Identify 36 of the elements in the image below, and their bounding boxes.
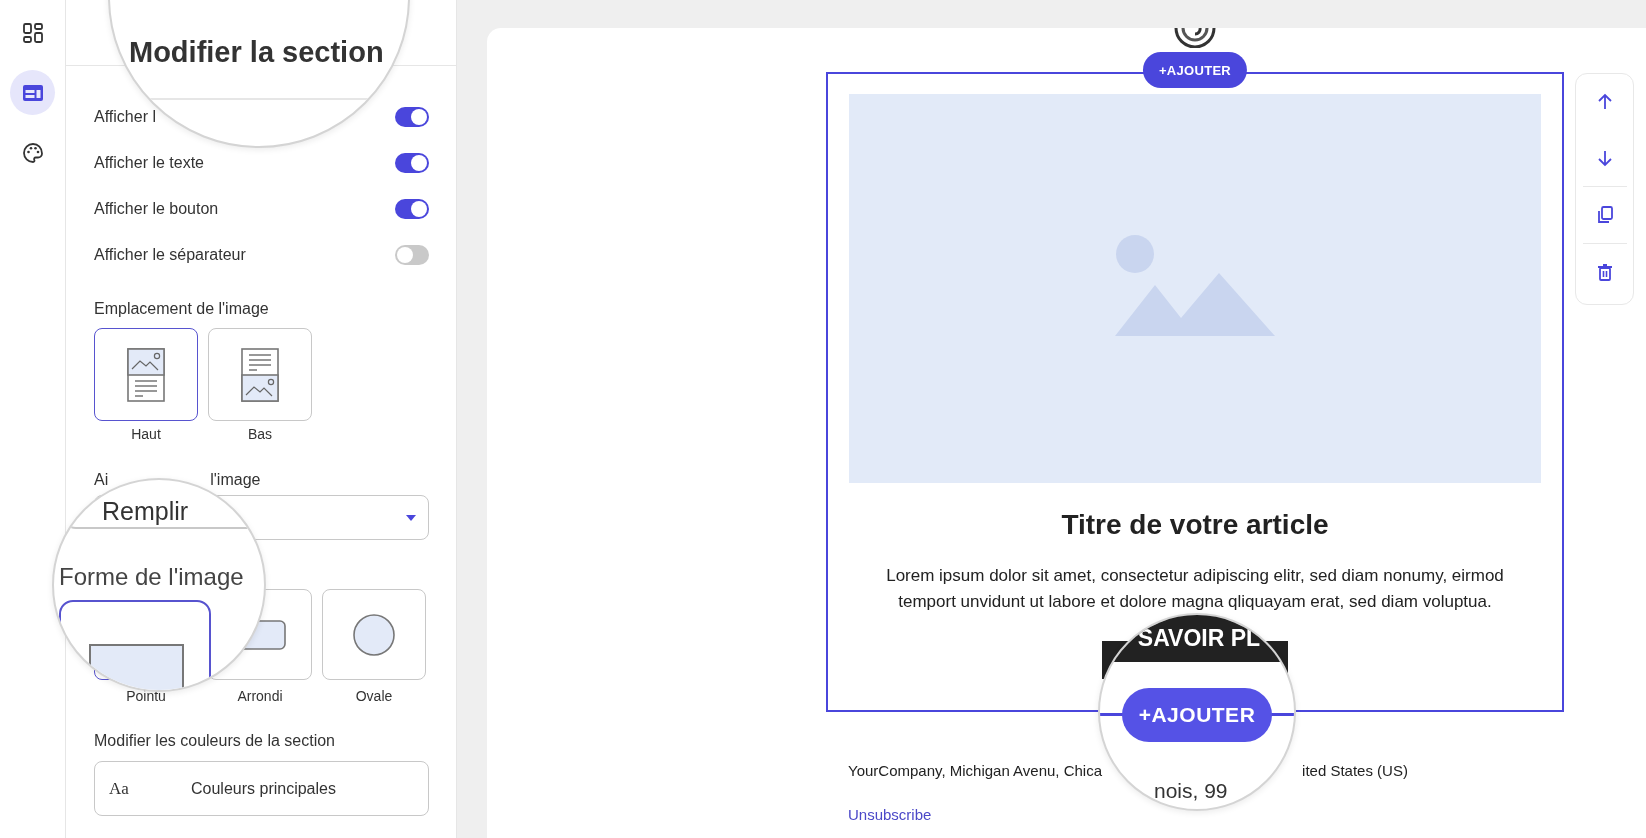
- option-label: Pointu: [126, 688, 166, 704]
- option-label: Haut: [131, 426, 161, 442]
- palette-icon: [21, 141, 44, 164]
- option-label: Bas: [247, 426, 273, 442]
- placement-option[interactable]: [94, 328, 198, 421]
- field-label: Modifier les couleurs de la section: [94, 731, 336, 751]
- add-section-button[interactable]: +AJOUTER: [1142, 52, 1248, 88]
- field-label: Emplacement de l'image: [94, 299, 270, 319]
- article-text: Lorem ipsum dolor sit amet, consectetur adipiscing elitr, sed diam nonumy, eirmod temport unvidunt ut labore et dolore magna qliquayam erat, sed diam voluptua.: [885, 565, 1505, 613]
- field-label: Forme de l'image: [59, 562, 244, 592]
- toggle-label: Afficher le bouton: [94, 200, 219, 218]
- dashboard-icon: [21, 21, 44, 44]
- article-title: Titre de votre article: [1061, 508, 1329, 542]
- footer-address: ited States (US): [1302, 762, 1408, 779]
- toggle-switch[interactable]: [395, 199, 429, 219]
- toggle-switch[interactable]: [395, 107, 429, 127]
- panel-title: Modifier la section: [129, 35, 384, 70]
- placement-option[interactable]: [208, 328, 312, 421]
- field-label: Ai: [94, 471, 109, 488]
- caret-icon: [406, 514, 416, 521]
- add-section-button[interactable]: +AJOUTER: [1122, 688, 1272, 742]
- option-label: Ovale: [355, 688, 393, 704]
- footer-address: nois, 99: [1154, 779, 1228, 803]
- field-label: l'image: [210, 471, 261, 488]
- toggle-switch[interactable]: [395, 153, 429, 173]
- toggle-label: Afficher l: [94, 108, 156, 126]
- circle-shape-icon: [353, 613, 395, 656]
- toggle-label: Afficher le texte: [94, 154, 204, 172]
- dropdown-value: Remplir: [102, 497, 189, 525]
- toggle-switch[interactable]: [395, 245, 429, 265]
- unsubscribe-link[interactable]: Unsubscribe: [848, 806, 932, 823]
- shape-option[interactable]: [59, 600, 211, 690]
- option-label: Arrondi: [237, 688, 283, 704]
- toggle-label: Afficher le séparateur: [94, 246, 246, 264]
- footer-address: YourCompany, Michigan Avenu, Chica: [848, 762, 1103, 779]
- color-scheme-button[interactable]: Aa Couleurs principales: [94, 761, 429, 816]
